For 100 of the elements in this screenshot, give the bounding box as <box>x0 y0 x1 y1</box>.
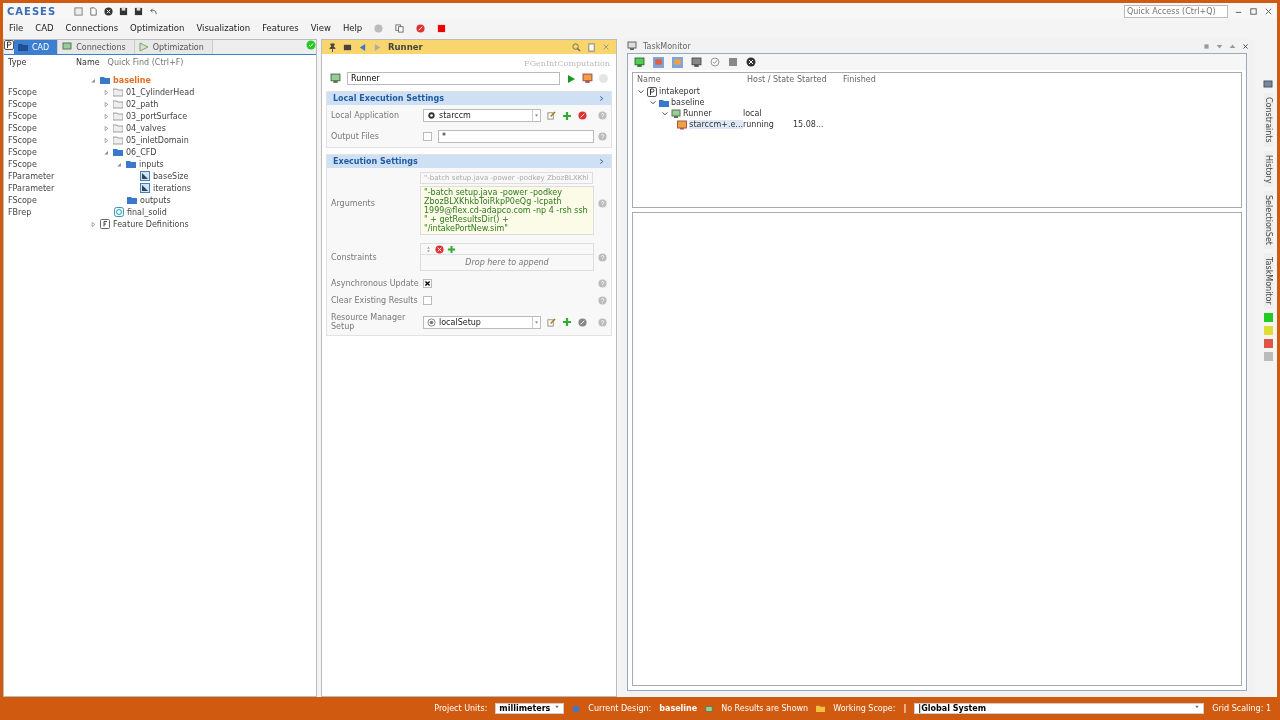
help-icon[interactable] <box>598 296 607 305</box>
panel-tab[interactable]: Connections <box>58 40 135 54</box>
tree-item[interactable]: 03_portSurface <box>126 111 188 121</box>
menu-item[interactable]: File <box>9 23 24 33</box>
tree-item[interactable]: outputs <box>140 195 171 205</box>
tree-item[interactable]: 05_inletDomain <box>126 135 189 145</box>
cancel-icon[interactable] <box>746 57 756 67</box>
stop-icon[interactable] <box>728 57 738 67</box>
monitor-icon[interactable] <box>653 56 664 68</box>
quick-find-field[interactable]: Quick Find (Ctrl+F) <box>105 57 226 68</box>
search-icon[interactable] <box>572 42 581 52</box>
stop-icon[interactable] <box>416 23 426 33</box>
menu-item[interactable]: Features <box>262 23 299 33</box>
collapse-arrow-icon[interactable] <box>90 76 97 84</box>
edit-icon[interactable] <box>547 111 556 120</box>
stop-icon[interactable] <box>437 23 447 33</box>
status-square-icon[interactable] <box>1263 312 1273 322</box>
maximize-icon[interactable] <box>1249 6 1258 16</box>
tree-item[interactable]: 02_path <box>126 99 159 109</box>
list-box[interactable]: Drop here to append <box>420 243 594 271</box>
help-icon[interactable] <box>598 111 607 120</box>
close-icon[interactable] <box>1264 6 1273 16</box>
help-icon[interactable] <box>598 199 607 208</box>
screen-icon[interactable] <box>1263 79 1273 89</box>
menu-item[interactable]: Visualization <box>196 23 251 33</box>
expand-arrow-icon[interactable] <box>103 112 110 120</box>
edit-icon[interactable] <box>547 317 556 327</box>
menu-item[interactable]: Connections <box>65 23 119 33</box>
side-tab[interactable]: Constraints <box>1263 93 1273 147</box>
menu-item[interactable]: Help <box>342 23 363 33</box>
add-icon[interactable] <box>447 244 456 254</box>
close-icon[interactable] <box>1242 42 1249 50</box>
expand-arrow-icon[interactable] <box>103 88 110 96</box>
tree-item[interactable]: 06_CFD <box>126 147 157 157</box>
panel-tab[interactable]: Optimization <box>134 40 213 54</box>
help-icon[interactable] <box>598 252 607 262</box>
add-icon[interactable] <box>562 110 572 121</box>
side-tab[interactable]: SelectionSet <box>1263 191 1273 250</box>
monitor-icon[interactable] <box>634 56 645 68</box>
help-icon[interactable] <box>598 317 607 327</box>
dropdown[interactable]: starccm <box>423 109 541 122</box>
tree-item[interactable]: starccm+.e... <box>689 120 743 129</box>
remove-icon[interactable] <box>578 111 587 120</box>
check-icon[interactable] <box>710 57 720 67</box>
checkbox[interactable] <box>423 279 432 288</box>
help-icon[interactable] <box>598 132 607 141</box>
down-icon[interactable] <box>1216 42 1223 50</box>
tree-item[interactable]: 04_valves <box>126 123 166 133</box>
pin-icon[interactable] <box>328 42 337 52</box>
tree-item[interactable]: 01_CylinderHead <box>126 87 195 97</box>
arguments-field[interactable]: "-batch setup.java -power -podkey ZbozBLXKhkbToiRkpP0eQg -lcpath 1999@flex.cd-adapco.com -np 4 -rsh ssh " + getResultsDir() + "/intakePortNew.sim" <box>420 186 594 235</box>
status-square-icon[interactable] <box>1263 351 1273 361</box>
checkbox[interactable] <box>423 132 432 141</box>
collapse-arrow-icon[interactable] <box>103 148 110 156</box>
restore-icon[interactable] <box>1203 42 1210 50</box>
panel-tab[interactable]: CAD <box>14 40 59 54</box>
delete-icon[interactable] <box>435 244 444 254</box>
run-icon[interactable] <box>566 73 576 84</box>
forward-icon[interactable] <box>373 42 382 52</box>
menu-item[interactable]: Optimization <box>130 23 185 33</box>
undo-icon[interactable] <box>149 6 159 16</box>
system-dropdown[interactable]: |Global System <box>914 703 1205 714</box>
side-tab[interactable]: TaskMonitor <box>1263 253 1273 309</box>
units-dropdown[interactable]: millimeters <box>495 703 565 714</box>
tree-item[interactable]: final_solid <box>127 207 167 217</box>
save-icon[interactable] <box>119 6 129 16</box>
monitor-icon[interactable] <box>582 73 593 84</box>
tree-item[interactable]: Feature Definitions <box>113 219 189 229</box>
collapse-arrow-icon[interactable] <box>116 160 123 168</box>
status-square-icon[interactable] <box>1263 338 1273 348</box>
up-icon[interactable] <box>1229 42 1236 50</box>
name-field[interactable]: Runner <box>347 72 560 85</box>
text-field[interactable]: * <box>438 130 594 143</box>
close-icon[interactable] <box>104 6 114 16</box>
expand-arrow-icon[interactable] <box>103 100 110 108</box>
tree-item[interactable]: iterations <box>153 183 191 193</box>
add-icon[interactable] <box>562 317 572 327</box>
checkbox[interactable] <box>423 296 432 305</box>
expand-arrow-icon[interactable] <box>90 220 97 228</box>
copy-icon[interactable] <box>395 23 405 33</box>
remove-icon[interactable] <box>578 317 587 327</box>
square-icon[interactable] <box>343 42 352 52</box>
page-icon[interactable] <box>587 42 596 52</box>
save-icon[interactable] <box>134 6 144 16</box>
expand-arrow-icon[interactable] <box>103 124 110 132</box>
tree-item[interactable]: Runner <box>683 109 712 118</box>
dropdown[interactable]: localSetup <box>423 315 541 329</box>
menu-item[interactable]: View <box>310 23 331 33</box>
tree-item[interactable]: inputs <box>139 159 164 169</box>
quick-access-field[interactable]: Quick Access (Ctrl+Q) <box>1124 4 1228 18</box>
tree-item[interactable]: intakeport <box>659 87 700 96</box>
expand-arrow-icon[interactable] <box>103 136 110 144</box>
side-tab[interactable]: History <box>1263 150 1273 188</box>
help-icon[interactable] <box>598 279 607 288</box>
monitor-icon[interactable] <box>691 56 702 68</box>
back-icon[interactable] <box>358 42 367 52</box>
new-file-icon[interactable] <box>89 6 99 16</box>
tree-item[interactable]: baseSize <box>153 171 189 181</box>
tree-item[interactable]: baseline <box>671 98 705 107</box>
menu-item[interactable]: CAD <box>35 23 54 33</box>
